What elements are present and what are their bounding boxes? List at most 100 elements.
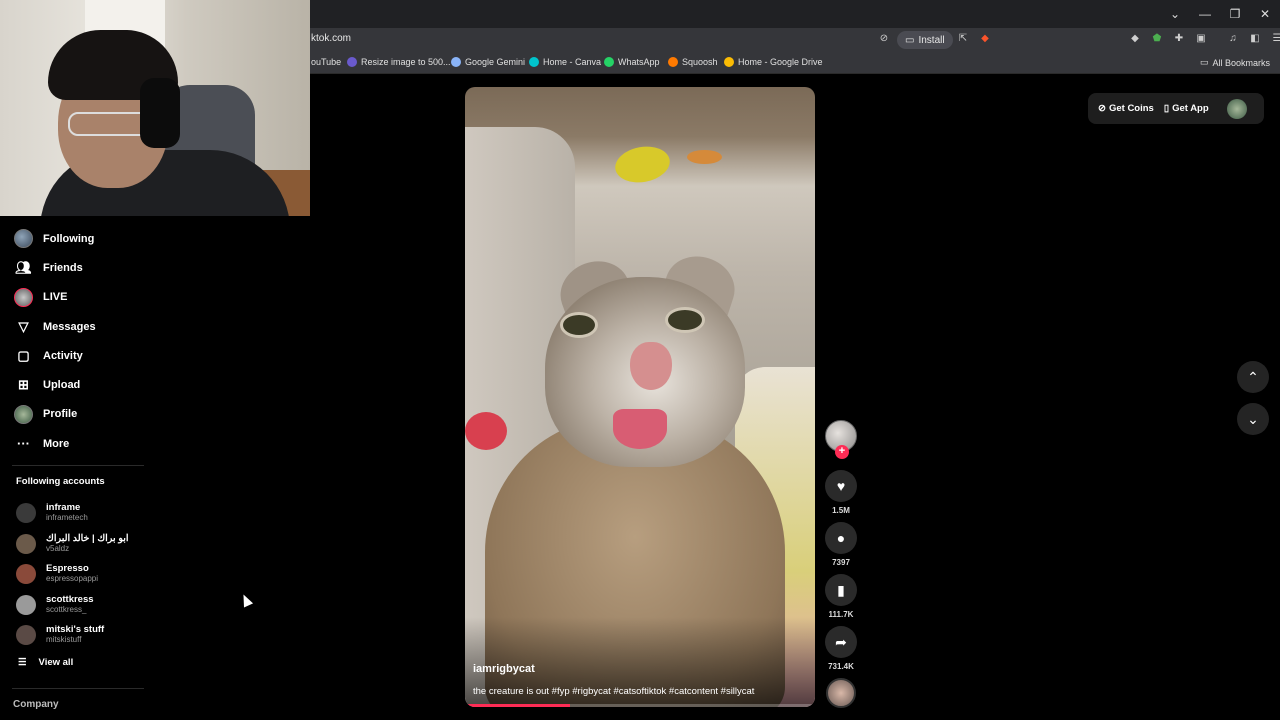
monitor-icon: ▭ xyxy=(905,34,915,46)
sidebar-item-label: Activity xyxy=(43,349,83,362)
sidebar-item-label: Friends xyxy=(43,261,83,274)
messages-icon: ▽ xyxy=(18,318,29,334)
address-bar[interactable]: ktok.com xyxy=(311,33,351,44)
list-item[interactable]: Espresso espressopappi xyxy=(16,559,166,590)
video-caption[interactable]: the creature is out #fyp #rigbycat #cats… xyxy=(473,686,754,697)
share-button[interactable]: ➦ xyxy=(825,626,857,658)
sidebar-item-friends[interactable]: 👥︎ Friends xyxy=(0,253,160,282)
creator-avatar[interactable]: + xyxy=(825,420,857,459)
list-item[interactable]: scottkress scottkress_ xyxy=(16,590,166,621)
previous-video-button[interactable]: ⌃ xyxy=(1237,361,1269,393)
account-name: inframe xyxy=(46,502,81,514)
friends-icon: 👥︎ xyxy=(15,259,32,275)
bookmark-label: ouTube xyxy=(311,57,342,67)
account-name: scottkress xyxy=(46,593,94,605)
video-player[interactable]: iamrigbycat the creature is out #fyp #ri… xyxy=(465,87,815,707)
extension-diamond-icon[interactable]: ◆ xyxy=(1128,31,1142,45)
account-handle: espressopappi xyxy=(46,574,99,584)
minimize-icon[interactable]: — xyxy=(1190,0,1220,28)
following-accounts-list: inframe inframetech ابو براك | خالد البرا… xyxy=(16,498,166,651)
all-bookmarks-label: All Bookmarks xyxy=(1212,57,1270,68)
get-app-button[interactable]: ▯ Get App xyxy=(1164,103,1209,114)
sidebar-item-upload[interactable]: ⊞ Upload xyxy=(0,370,160,399)
sidebar-item-following[interactable]: Following xyxy=(0,224,160,253)
video-red-ball xyxy=(465,412,507,450)
view-all-button[interactable]: ☰ View all xyxy=(18,657,73,668)
mouse-cursor-icon xyxy=(238,592,254,608)
share-arrow-icon: ➦ xyxy=(835,633,847,650)
sidebar-nav: Following 👥︎ Friends LIVE ▽ Messages ▢ A… xyxy=(0,224,160,458)
sidebar-item-activity[interactable]: ▢ Activity xyxy=(0,341,160,370)
all-bookmarks-button[interactable]: ▭ All Bookmarks xyxy=(1200,57,1270,68)
sidebar-toggle-icon[interactable]: ◧ xyxy=(1248,31,1262,45)
wallet-icon[interactable]: ▣ xyxy=(1194,31,1208,45)
list-item[interactable]: ابو براك | خالد البراك v5aldz xyxy=(16,529,166,560)
company-link[interactable]: Company xyxy=(13,699,59,710)
comment-icon: ● xyxy=(836,530,846,546)
live-icon xyxy=(14,287,33,307)
sidebar-item-label: Messages xyxy=(43,320,96,333)
bookmark-google-drive[interactable]: Home - Google Drive xyxy=(724,57,823,67)
vpn-shield-icon[interactable]: ⬟ xyxy=(1150,31,1164,45)
get-app-label: Get App xyxy=(1172,103,1209,114)
bookmark-label: Resize image to 500... xyxy=(361,57,451,67)
like-count: 1.5M xyxy=(832,506,850,515)
list-icon: ☰ xyxy=(18,657,27,668)
get-coins-button[interactable]: ⊘ Get Coins xyxy=(1098,103,1154,114)
bookmark-favicon-icon xyxy=(347,57,357,67)
bookmark-youtube[interactable]: ouTube xyxy=(311,57,341,67)
list-item[interactable]: inframe inframetech xyxy=(16,498,166,529)
view-all-label: View all xyxy=(38,657,74,668)
install-app-button[interactable]: ▭ Install xyxy=(897,31,953,49)
bookmark-whatsapp[interactable]: WhatsApp xyxy=(604,57,660,67)
avatar xyxy=(16,594,36,615)
menu-icon[interactable]: ☰ xyxy=(1270,31,1280,45)
user-avatar[interactable] xyxy=(1226,98,1247,119)
extensions-puzzle-icon[interactable]: ✚ xyxy=(1172,31,1186,45)
activity-icon: ▢ xyxy=(17,347,30,363)
video-cat-tongue xyxy=(613,409,667,449)
account-handle: scottkress_ xyxy=(46,604,87,614)
bookmark-google-gemini[interactable]: Google Gemini xyxy=(451,57,525,67)
list-item[interactable]: mitski's stuff mitskistuff xyxy=(16,620,166,651)
music-icon[interactable]: ♫ xyxy=(1226,31,1240,45)
whatsapp-icon xyxy=(604,57,614,67)
video-cat-eye xyxy=(560,312,598,338)
bookmark-resize-image[interactable]: Resize image to 500... xyxy=(347,57,451,67)
video-username[interactable]: iamrigbycat xyxy=(473,663,535,675)
sidebar-item-label: LIVE xyxy=(43,291,68,304)
account-handle: v5aldz xyxy=(46,543,70,553)
sidebar-item-more[interactable]: ··· More xyxy=(0,429,160,458)
comment-button[interactable]: ● xyxy=(825,522,857,554)
share-count: 731.4K xyxy=(828,662,854,671)
account-name: mitski's stuff xyxy=(46,624,105,636)
comment-count: 7397 xyxy=(832,558,850,567)
video-orange-toy xyxy=(687,150,722,164)
sidebar-item-label: Upload xyxy=(43,379,81,392)
like-button[interactable]: ♥ xyxy=(825,470,857,502)
squoosh-icon xyxy=(668,57,678,67)
brave-shield-icon[interactable]: ◆ xyxy=(978,31,992,45)
tab-search-icon[interactable]: ⌄ xyxy=(1160,0,1190,28)
window-controls: ⌄ — ❐ ✕ xyxy=(1160,0,1280,28)
save-button[interactable]: ▮ xyxy=(825,574,857,606)
more-icon: ··· xyxy=(17,436,30,452)
next-video-button[interactable]: ⌄ xyxy=(1237,403,1269,435)
sidebar-item-profile[interactable]: Profile xyxy=(0,400,160,429)
webcam-headphone xyxy=(140,78,180,148)
bookmark-squoosh[interactable]: Squoosh xyxy=(668,57,718,67)
bookmark-label: Squoosh xyxy=(682,57,718,67)
restore-icon[interactable]: ❐ xyxy=(1220,0,1250,28)
follow-plus-icon[interactable]: + xyxy=(835,445,849,459)
music-disc-icon[interactable] xyxy=(826,678,856,708)
chevron-down-icon: ⌄ xyxy=(1247,410,1259,427)
no-tracking-icon[interactable]: ⊘ xyxy=(877,31,891,45)
bookmark-canva[interactable]: Home - Canva xyxy=(529,57,601,67)
sidebar-item-live[interactable]: LIVE xyxy=(0,283,160,312)
sidebar-item-messages[interactable]: ▽ Messages xyxy=(0,312,160,341)
share-icon[interactable]: ⇱ xyxy=(956,31,970,45)
following-avatar-icon xyxy=(14,229,33,249)
video-progress-bar[interactable] xyxy=(465,704,815,707)
save-count: 111.7K xyxy=(828,610,854,619)
close-icon[interactable]: ✕ xyxy=(1250,0,1280,28)
